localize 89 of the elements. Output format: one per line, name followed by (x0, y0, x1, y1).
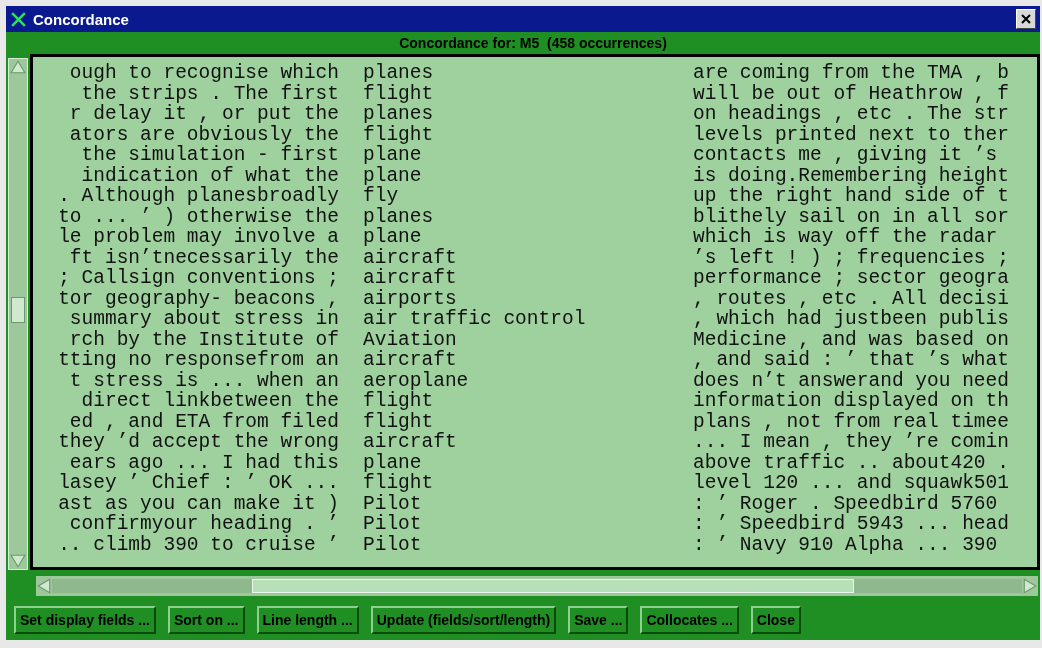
left-context: . Although planesbroadly (57, 186, 339, 207)
x-logo-icon (10, 10, 27, 28)
right-context: levels printed next to ther (693, 124, 1010, 145)
window-title: Concordance (33, 10, 130, 28)
toolbar-button[interactable]: Close (750, 606, 801, 634)
left-context: confirmyour heading . ’ (68, 514, 339, 535)
keyword: flight (363, 391, 435, 412)
right-context: up the right hand side of t (693, 186, 1010, 207)
keyword: aircraft (363, 432, 458, 453)
toolbar-button[interactable]: Save ... (568, 606, 629, 634)
right-context: above traffic .. about420 . (693, 452, 1010, 473)
keyword: aircraft (363, 247, 458, 268)
left-context: ed , and ETA from filed (69, 411, 339, 432)
keyword: plane (363, 452, 422, 473)
left-context: t stress is ... when an (68, 370, 339, 391)
right-context: are coming from the TMA , b (693, 63, 1010, 84)
right-context: Medicine , and was based on (693, 329, 1010, 350)
keyword: Pilot (363, 493, 423, 514)
right-context: level 120 ... and squawk501 (693, 473, 1010, 494)
toolbar-button[interactable]: Set display fields ... (14, 606, 156, 634)
right-context: which is way off the radar (693, 227, 999, 248)
left-context: direct linkbetween the (80, 391, 339, 412)
left-context: lasey ’ Chief : ’ OK ... (57, 473, 339, 494)
left-context: ears ago ... I had this (69, 452, 339, 473)
left-context: rch by the Institute of (69, 329, 339, 350)
right-context: will be out of Heathrow , f (693, 83, 1010, 104)
right-context: , routes , etc . All decisi (693, 288, 1010, 309)
keyword: flight (363, 124, 435, 145)
right-context: contacts me , giving it ’s (693, 145, 999, 166)
concordance-heading: Concordance for: M5 (458 occurrences) (398, 34, 668, 53)
keyword: air traffic control (363, 309, 587, 330)
left-context: summary about stress in (68, 309, 339, 330)
keyword: airports (363, 288, 457, 309)
scroll-right-icon[interactable] (1022, 578, 1038, 594)
toolbar-button[interactable]: Collocates ... (640, 606, 739, 634)
right-context: ... I mean , they ’re comin (693, 432, 1010, 453)
scroll-down-icon[interactable] (9, 553, 27, 569)
right-context: : ’ Navy 910 Alpha ... 390 (693, 534, 999, 555)
keyword: flight (363, 411, 434, 432)
left-context: ators are obviously the (68, 124, 339, 145)
keyword: aircraft (363, 268, 458, 289)
left-context: they ’d accept the wrong (57, 432, 339, 453)
left-context: r delay it , or put the (68, 104, 339, 125)
toolbar-button[interactable]: Line length ... (256, 606, 359, 634)
right-context: is doing.Remembering height (693, 165, 1010, 186)
vertical-scrollbar[interactable] (8, 58, 28, 570)
right-context: on headings , etc . The str (693, 104, 1010, 125)
right-context: : ’ Speedbird 5943 ... head (693, 514, 1010, 535)
right-context: ’s left ! ) ; frequencies ; (693, 247, 1010, 268)
scroll-left-icon[interactable] (36, 578, 52, 594)
keyword: aeroplane (363, 370, 470, 391)
keyword: flight (363, 83, 435, 104)
keyword: planes (363, 104, 435, 125)
left-context: indication of what the (80, 165, 339, 186)
keyword: flight (363, 473, 435, 494)
left-context: to ... ’ ) otherwise the (57, 206, 339, 227)
keyword: plane (363, 165, 423, 186)
keyword: Pilot (363, 514, 423, 535)
right-context: information displayed on th (693, 391, 1010, 412)
right-context: does n’t answerand you need (693, 370, 1010, 391)
keyword: Aviation (363, 329, 458, 350)
left-context: ft isn’tnecessarily the (68, 247, 339, 268)
keyword: Pilot (363, 534, 423, 555)
left-context: the simulation - first (80, 145, 339, 166)
keyword: plane (363, 145, 423, 166)
keyword: planes (363, 206, 435, 227)
right-context: blithely sail on in all sor (693, 206, 1010, 227)
right-context: : ’ Roger . Speedbird 5760 (693, 493, 998, 514)
keyword: aircraft (363, 350, 458, 371)
left-context: .. climb 390 to cruise ’ (57, 534, 339, 555)
toolbar-button[interactable]: Sort on ... (167, 606, 245, 634)
left-context: ; Callsign conventions ; (57, 268, 339, 289)
scroll-thumb[interactable] (11, 297, 25, 323)
keyword: fly (363, 186, 400, 207)
left-context: le problem may involve a (57, 227, 339, 248)
left-context: the strips . The first (80, 83, 339, 104)
right-context: , which had justbeen publis (693, 309, 1010, 330)
right-context: plans , not from real timee (693, 411, 1010, 432)
left-context: ough to recognise which (68, 63, 339, 84)
horizontal-scrollbar[interactable] (36, 576, 1038, 596)
keyword: plane (363, 227, 423, 248)
left-context: tor geography- beacons , (57, 288, 339, 309)
left-context: tting no responsefrom an (57, 350, 339, 371)
right-context: performance ; sector geogra (693, 268, 1010, 289)
scroll-up-icon[interactable] (9, 59, 27, 75)
left-context: ast as you can make it ) (57, 493, 339, 514)
right-context: , and said : ’ that ’s what (693, 350, 1010, 371)
keyword: planes (363, 63, 435, 84)
toolbar-button[interactable]: Update (fields/sort/length) (370, 606, 557, 634)
